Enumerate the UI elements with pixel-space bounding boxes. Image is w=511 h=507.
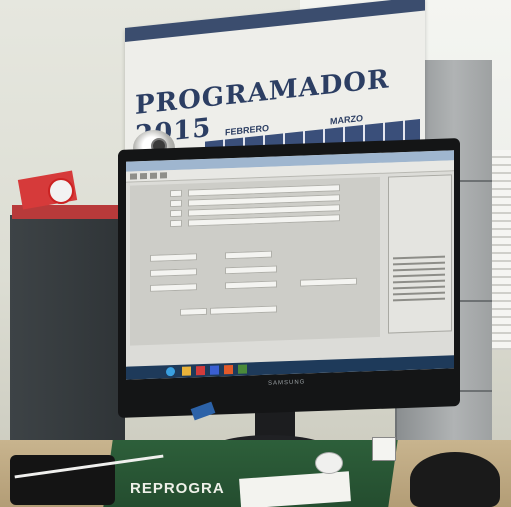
side-list-panel: [388, 174, 452, 334]
app-icon[interactable]: [238, 364, 247, 374]
left-cabinet: [10, 215, 125, 445]
app-icon[interactable]: [224, 364, 233, 375]
office-desk-photo: PROGRAMADOR 2015 FEBRERO MARZO SAMSUNG R…: [0, 0, 511, 507]
red-box-logo: [48, 178, 74, 204]
monitor: SAMSUNG: [118, 138, 460, 418]
green-box-text: REPROGRA: [130, 480, 225, 497]
form-field[interactable]: [180, 307, 207, 316]
list-item[interactable]: [393, 255, 445, 260]
toolbar-button[interactable]: [150, 172, 157, 179]
form-field[interactable]: [150, 268, 197, 277]
form-field[interactable]: [170, 199, 182, 208]
list-item[interactable]: [393, 267, 445, 272]
toolbar-button[interactable]: [140, 172, 147, 180]
list-item[interactable]: [393, 291, 445, 296]
form-field[interactable]: [170, 209, 182, 218]
list-item[interactable]: [393, 261, 445, 266]
mouse: [315, 452, 343, 474]
form-field[interactable]: [225, 265, 277, 275]
list-item[interactable]: [393, 279, 445, 284]
app-icon[interactable]: [210, 365, 219, 375]
sticker-tag: [372, 437, 396, 461]
form-field[interactable]: [170, 189, 182, 198]
windows-taskbar: [126, 355, 454, 380]
monitor-screen: [126, 150, 454, 380]
list-item[interactable]: [393, 285, 445, 290]
form-field[interactable]: [210, 305, 277, 315]
form-area: [130, 176, 380, 346]
form-field[interactable]: [150, 253, 197, 262]
form-field[interactable]: [225, 250, 272, 260]
form-field[interactable]: [150, 283, 197, 292]
toolbar-button[interactable]: [130, 173, 137, 180]
folder-icon[interactable]: [182, 366, 191, 376]
app-icon[interactable]: [196, 365, 205, 376]
monitor-brand: SAMSUNG: [268, 379, 306, 387]
form-field[interactable]: [170, 219, 182, 228]
right-speaker: [410, 452, 500, 507]
toolbar-button[interactable]: [160, 172, 167, 179]
form-field[interactable]: [300, 277, 357, 287]
list-item[interactable]: [393, 273, 445, 278]
form-field[interactable]: [225, 280, 277, 290]
form-field[interactable]: [188, 214, 340, 227]
list-item[interactable]: [393, 297, 445, 302]
